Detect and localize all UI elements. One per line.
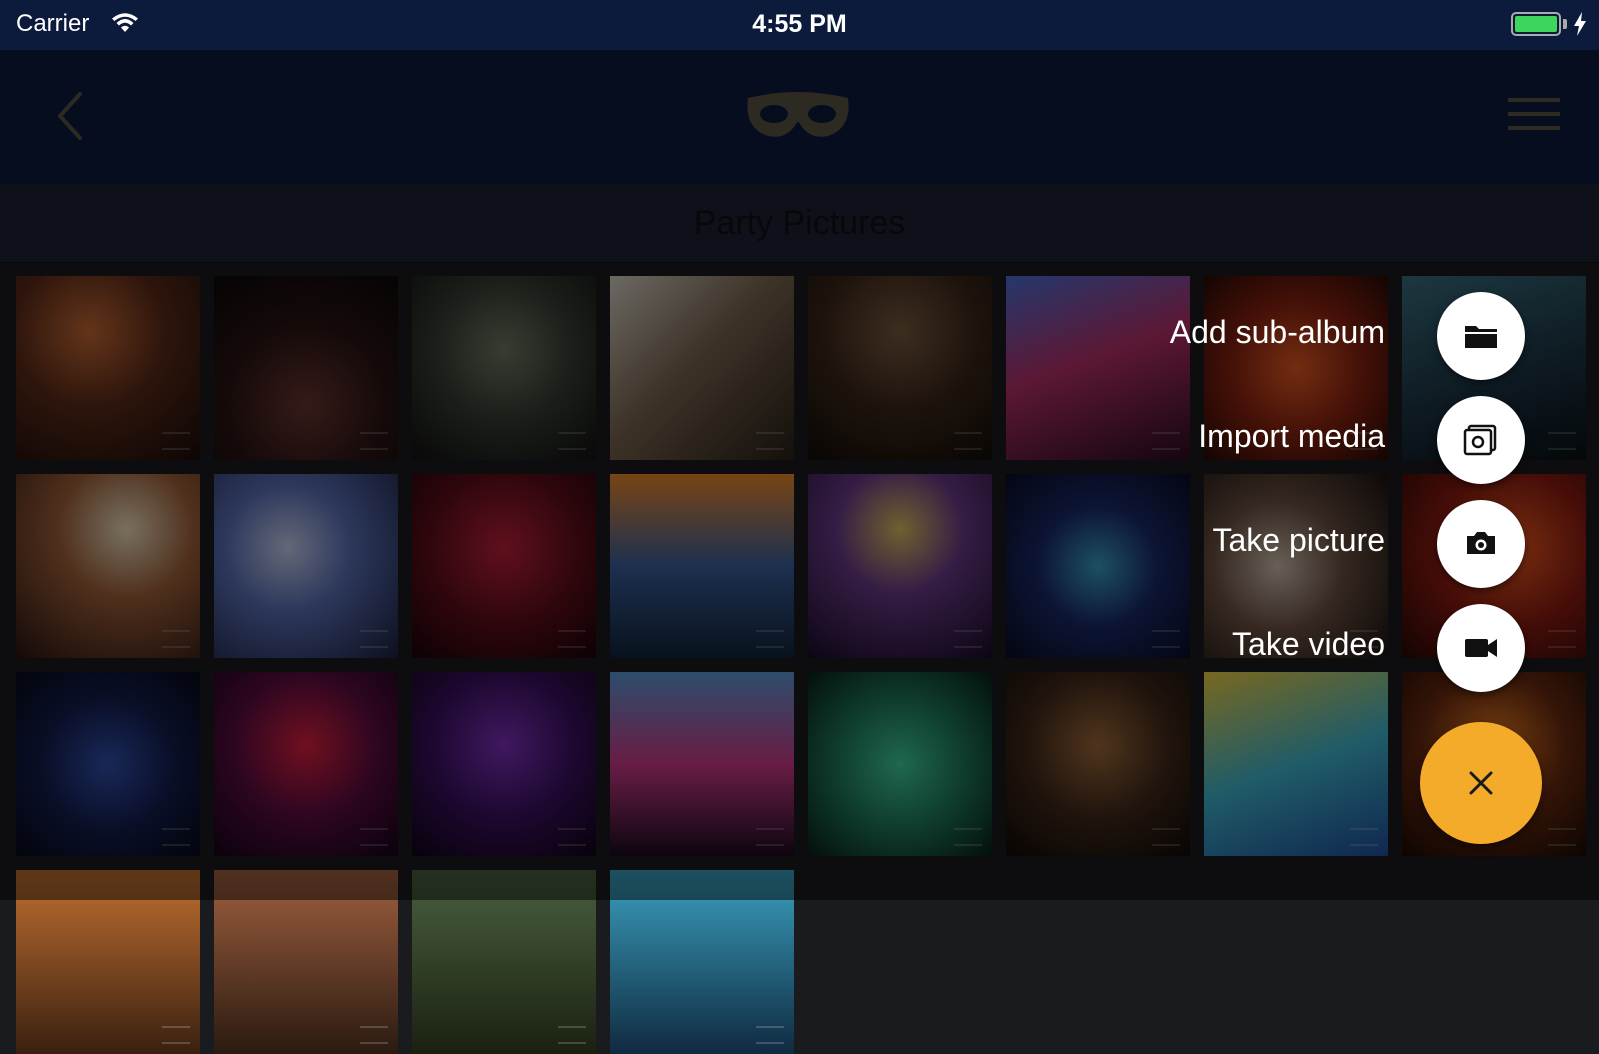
take-video-button[interactable] — [1437, 604, 1525, 692]
take-picture-button[interactable] — [1437, 500, 1525, 588]
close-icon — [1469, 771, 1493, 795]
video-camera-icon — [1465, 639, 1497, 657]
add-sub-album-button[interactable] — [1437, 292, 1525, 380]
clock: 4:55 PM — [752, 10, 847, 38]
import-media-button[interactable] — [1437, 396, 1525, 484]
status-bar: Carrier 4:55 PM — [0, 0, 1599, 50]
battery-cap — [1563, 19, 1567, 29]
image-import-icon — [1463, 424, 1497, 456]
close-fab-button[interactable] — [1420, 722, 1542, 844]
folder-icon — [1465, 326, 1497, 348]
dim-overlay[interactable] — [0, 50, 1599, 900]
import-media-label[interactable]: Import media — [1198, 418, 1385, 455]
charging-bolt-icon — [1573, 12, 1587, 41]
battery-icon — [1511, 12, 1561, 36]
take-picture-label[interactable]: Take picture — [1212, 522, 1385, 559]
take-video-label[interactable]: Take video — [1232, 626, 1385, 663]
add-sub-album-label[interactable]: Add sub-album — [1170, 314, 1385, 351]
camera-icon — [1467, 532, 1495, 554]
